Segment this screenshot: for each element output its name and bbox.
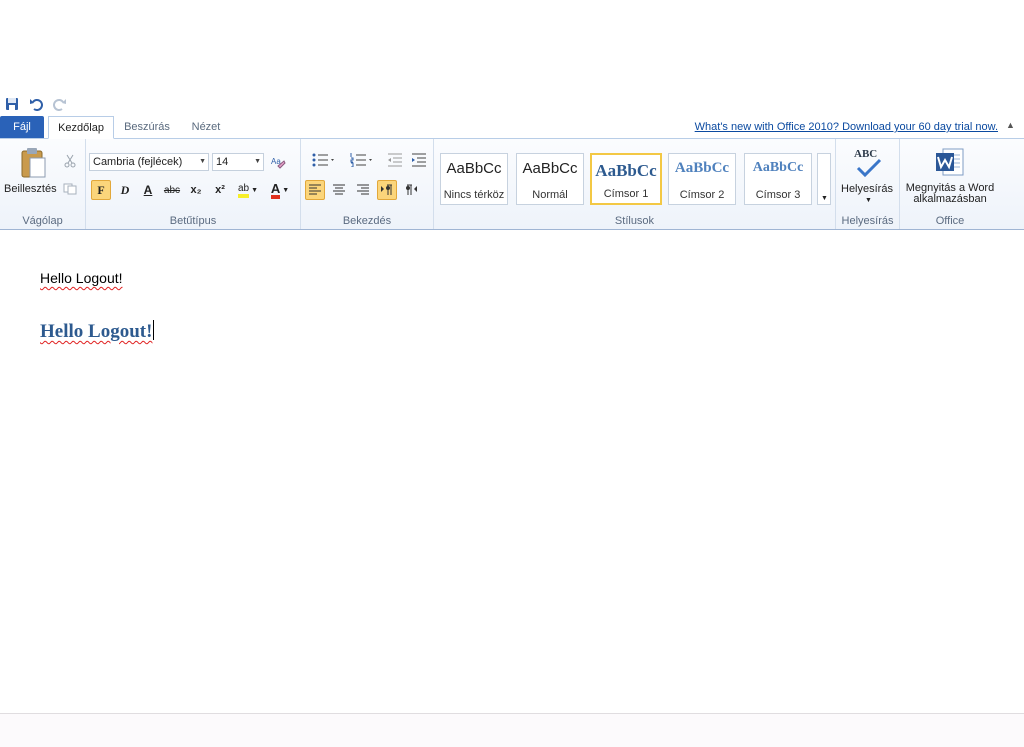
style-sample: AaBbCc	[674, 160, 730, 176]
chevron-down-icon: ▼	[865, 197, 872, 204]
bold-button[interactable]: F	[91, 180, 111, 200]
tab-insert[interactable]: Beszúrás	[116, 116, 178, 138]
text-cursor	[153, 320, 155, 340]
group-label-paragraph: Bekezdés	[342, 215, 392, 227]
style-name: Normál	[532, 189, 568, 201]
spelling-label: Helyesírás	[841, 183, 893, 195]
bullet-list-icon	[312, 153, 334, 167]
group-styles: AaBbCc Nincs térköz AaBbCc Normál AaBbCc…	[434, 139, 836, 229]
group-paragraph: Bekezdés	[301, 139, 434, 229]
ltr-direction-button[interactable]	[377, 180, 397, 200]
office-promo-link[interactable]: What's new with Office 2010? Download yo…	[695, 121, 998, 133]
italic-button[interactable]: D	[115, 180, 135, 200]
tab-file[interactable]: Fájl	[0, 116, 44, 138]
status-bar	[0, 713, 1024, 747]
highlight-glyph: ab	[237, 183, 250, 198]
document-paragraph[interactable]: Hello Logout!	[40, 270, 123, 286]
style-sample: AaBbCc	[446, 160, 502, 177]
paragraph-text: Hello Logout!	[40, 270, 123, 286]
align-left-icon	[309, 184, 321, 195]
font-name-value: Cambria (fejlécek)	[93, 156, 183, 168]
tab-home[interactable]: Kezdőlap	[48, 116, 114, 139]
align-right-button[interactable]	[353, 180, 373, 200]
open-in-word-line2: alkalmazásban	[913, 193, 987, 205]
style-sample: AaBbCc	[752, 160, 804, 175]
style-name: Címsor 2	[679, 189, 725, 201]
cut-icon[interactable]	[60, 151, 80, 171]
underline-button[interactable]: A	[138, 180, 158, 200]
chevron-down-icon: ▼	[199, 158, 206, 165]
ribbon-tab-strip: Fájl Kezdőlap Beszúrás Nézet What's new …	[0, 116, 1024, 139]
style-no-spacing[interactable]: AaBbCc Nincs térköz	[440, 153, 508, 205]
highlight-button[interactable]: ab ▼	[234, 180, 262, 200]
styles-more-button[interactable]: ▼	[817, 153, 831, 205]
style-heading-2[interactable]: AaBbCc Címsor 2	[668, 153, 736, 205]
paste-icon	[21, 148, 46, 178]
ribbon: Beillesztés Vágólap Cambria (fejlécek) ▼…	[0, 139, 1024, 230]
quick-access-toolbar	[4, 96, 67, 112]
align-right-icon	[357, 184, 369, 195]
strikethrough-button[interactable]: abc	[162, 180, 182, 200]
font-color-glyph: A	[270, 182, 281, 199]
spelling-button[interactable]: ABC Helyesírás ▼	[838, 145, 896, 207]
subscript-button[interactable]: x₂	[186, 180, 206, 200]
group-label-clipboard: Vágólap	[22, 215, 63, 227]
group-label-proofing: Helyesírás	[841, 215, 894, 227]
heading-text: Hello Logout!	[40, 321, 153, 342]
open-in-word-button[interactable]: Megnyitás a Word alkalmazásban	[902, 145, 998, 207]
group-proofing: ABC Helyesírás ▼ Helyesírás	[836, 139, 900, 229]
chevron-down-icon: ▼	[254, 158, 261, 165]
style-heading-1[interactable]: AaBbCc Címsor 1	[590, 153, 662, 205]
decrease-indent-icon[interactable]	[385, 150, 405, 170]
font-size-select[interactable]: 14 ▼	[212, 153, 264, 171]
group-label-styles: Stílusok	[614, 215, 655, 227]
left-to-right-icon	[381, 184, 392, 195]
group-font: Cambria (fejlécek) ▼ 14 ▼ Aa F D A abc x…	[86, 139, 301, 229]
paste-button[interactable]: Beillesztés	[4, 147, 60, 199]
bullets-button[interactable]	[307, 150, 339, 170]
word-icon	[936, 148, 964, 176]
chevron-down-icon: ▼	[251, 186, 259, 194]
group-office: Megnyitás a Word alkalmazásban Office	[900, 139, 1000, 229]
numbered-list-icon	[350, 153, 372, 167]
undo-icon[interactable]	[28, 97, 43, 112]
right-to-left-icon	[406, 184, 417, 195]
style-name: Nincs térköz	[443, 189, 505, 201]
align-left-button[interactable]	[305, 180, 325, 200]
chevron-down-icon: ▼	[821, 195, 828, 202]
style-sample: AaBbCc	[522, 160, 578, 177]
clear-formatting-icon[interactable]: Aa	[268, 152, 288, 172]
style-heading-3[interactable]: AaBbCc Címsor 3	[744, 153, 812, 205]
style-name: Címsor 3	[755, 189, 801, 201]
font-name-select[interactable]: Cambria (fejlécek) ▼	[89, 153, 209, 171]
document-canvas[interactable]: Hello Logout! Hello Logout!	[0, 230, 1024, 714]
save-icon[interactable]	[4, 97, 19, 112]
collapse-ribbon-icon[interactable]: ▲	[1006, 120, 1016, 130]
font-size-value: 14	[216, 156, 229, 168]
spellcheck-icon: ABC	[852, 148, 884, 180]
font-color-button[interactable]: A ▼	[266, 180, 294, 200]
superscript-button[interactable]: x²	[210, 180, 230, 200]
chevron-down-icon: ▼	[282, 186, 290, 194]
increase-indent-icon[interactable]	[409, 150, 429, 170]
redo-icon[interactable]	[52, 97, 67, 112]
align-center-button[interactable]	[329, 180, 349, 200]
style-name: Címsor 1	[603, 188, 649, 200]
open-in-word-label: Megnyitás a Word alkalmazásban	[902, 183, 998, 205]
document-heading[interactable]: Hello Logout!	[40, 320, 155, 343]
numbering-button[interactable]	[345, 150, 377, 170]
copy-icon[interactable]	[60, 179, 80, 199]
paste-label: Beillesztés	[4, 183, 57, 195]
group-label-office: Office	[935, 215, 965, 227]
group-clipboard: Beillesztés Vágólap	[0, 139, 86, 229]
rtl-direction-button[interactable]	[401, 180, 421, 200]
align-center-icon	[333, 184, 345, 195]
group-label-font: Betűtípus	[169, 215, 217, 227]
style-sample: AaBbCc	[595, 161, 657, 180]
tab-view[interactable]: Nézet	[182, 116, 230, 138]
style-normal[interactable]: AaBbCc Normál	[516, 153, 584, 205]
